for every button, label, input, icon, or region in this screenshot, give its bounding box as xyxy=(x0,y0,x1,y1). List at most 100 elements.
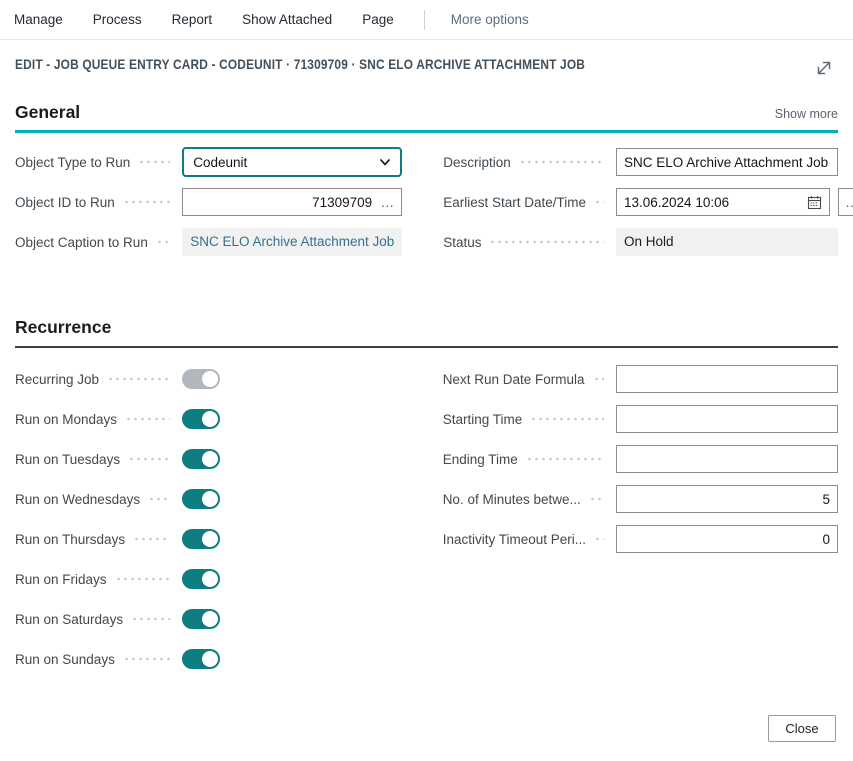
field-run-on-wednesdays: Run on Wednesdays xyxy=(15,484,402,514)
run-fridays-label: Run on Fridays xyxy=(15,572,107,587)
run-wednesdays-label: Run on Wednesdays xyxy=(15,492,140,507)
calendar-icon[interactable] xyxy=(807,195,822,210)
dotted-leader xyxy=(123,200,170,204)
run-thursdays-toggle[interactable] xyxy=(182,529,220,549)
run-mondays-toggle[interactable] xyxy=(182,409,220,429)
run-saturdays-label: Run on Saturdays xyxy=(15,612,123,627)
field-starting-time: Starting Time xyxy=(443,404,838,434)
field-run-on-tuesdays: Run on Tuesdays xyxy=(15,444,402,474)
earliest-start-label: Earliest Start Date/Time xyxy=(443,195,586,210)
field-earliest-start: Earliest Start Date/Time xyxy=(443,187,838,217)
inactivity-timeout-label: Inactivity Timeout Peri... xyxy=(443,532,586,547)
run-wednesdays-toggle[interactable] xyxy=(182,489,220,509)
dotted-leader xyxy=(526,457,604,461)
show-more-link[interactable]: Show more xyxy=(775,107,838,121)
earliest-start-assist-edit-button[interactable]: … xyxy=(838,188,853,216)
dotted-leader xyxy=(593,377,605,381)
dotted-leader xyxy=(594,537,604,541)
run-sundays-toggle[interactable] xyxy=(182,649,220,669)
run-sundays-label: Run on Sundays xyxy=(15,652,115,667)
general-heading: General xyxy=(15,102,80,123)
recurring-job-toggle xyxy=(182,369,220,389)
page-title: EDIT - JOB QUEUE ENTRY CARD - CODEUNIT ·… xyxy=(15,56,585,72)
status-value: On Hold xyxy=(616,228,838,256)
chevron-down-icon xyxy=(379,156,391,168)
field-run-on-fridays: Run on Fridays xyxy=(15,564,402,594)
menu-show-attached[interactable]: Show Attached xyxy=(242,12,332,27)
field-status: Status On Hold xyxy=(443,227,838,257)
run-tuesdays-toggle[interactable] xyxy=(182,449,220,469)
ending-time-input[interactable] xyxy=(616,445,838,473)
object-type-value: Codeunit xyxy=(193,155,247,170)
menu-page[interactable]: Page xyxy=(362,12,394,27)
general-accent-rule xyxy=(15,130,838,133)
minutes-between-input[interactable] xyxy=(616,485,838,513)
dotted-leader xyxy=(530,417,604,421)
field-recurring-job: Recurring Job xyxy=(15,364,402,394)
run-tuesdays-label: Run on Tuesdays xyxy=(15,452,120,467)
menu-report[interactable]: Report xyxy=(172,12,213,27)
field-run-on-saturdays: Run on Saturdays xyxy=(15,604,402,634)
close-button[interactable]: Close xyxy=(768,715,836,742)
dotted-leader xyxy=(115,577,170,581)
field-run-on-thursdays: Run on Thursdays xyxy=(15,524,402,554)
object-id-assist-edit-icon[interactable]: … xyxy=(380,195,394,209)
section-recurrence: Recurrence Recurring Job Run on Mondays … xyxy=(15,317,838,684)
menu-manage[interactable]: Manage xyxy=(14,12,63,27)
field-run-on-sundays: Run on Sundays xyxy=(15,644,402,674)
dotted-leader xyxy=(128,457,170,461)
description-input[interactable] xyxy=(616,148,838,176)
menu-process[interactable]: Process xyxy=(93,12,142,27)
expand-icon[interactable] xyxy=(812,56,836,80)
starting-time-label: Starting Time xyxy=(443,412,523,427)
section-general: General Show more Object Type to Run Cod… xyxy=(15,102,838,267)
dotted-leader xyxy=(123,657,170,661)
object-id-input[interactable] xyxy=(190,189,372,215)
recurrence-heading: Recurrence xyxy=(15,317,111,338)
earliest-start-input[interactable] xyxy=(624,189,801,215)
field-inactivity-timeout: Inactivity Timeout Peri... xyxy=(443,524,838,554)
dotted-leader xyxy=(519,160,604,164)
object-caption-value: SNC ELO Archive Attachment Job xyxy=(182,228,402,256)
recurrence-rule xyxy=(15,346,838,348)
field-object-caption-to-run: Object Caption to Run SNC ELO Archive At… xyxy=(15,227,402,257)
object-type-label: Object Type to Run xyxy=(15,155,130,170)
dotted-leader xyxy=(156,240,170,244)
starting-time-input[interactable] xyxy=(616,405,838,433)
dotted-leader xyxy=(125,417,170,421)
field-next-run-date-formula: Next Run Date Formula xyxy=(443,364,838,394)
minutes-between-label: No. of Minutes betwe... xyxy=(443,492,581,507)
field-ending-time: Ending Time xyxy=(443,444,838,474)
dotted-leader xyxy=(594,200,604,204)
dotted-leader xyxy=(133,537,170,541)
object-type-select[interactable]: Codeunit xyxy=(182,147,402,177)
run-thursdays-label: Run on Thursdays xyxy=(15,532,125,547)
menu-separator xyxy=(424,10,425,30)
dotted-leader xyxy=(489,240,604,244)
action-bar: Manage Process Report Show Attached Page… xyxy=(0,0,853,40)
run-saturdays-toggle[interactable] xyxy=(182,609,220,629)
run-mondays-label: Run on Mondays xyxy=(15,412,117,427)
field-minutes-between-runs: No. of Minutes betwe... xyxy=(443,484,838,514)
next-run-date-formula-label: Next Run Date Formula xyxy=(443,372,585,387)
more-options-button[interactable]: More options xyxy=(451,12,529,27)
field-object-type-to-run: Object Type to Run Codeunit xyxy=(15,147,402,177)
description-label: Description xyxy=(443,155,511,170)
field-run-on-mondays: Run on Mondays xyxy=(15,404,402,434)
field-object-id-to-run: Object ID to Run … xyxy=(15,187,402,217)
object-caption-label: Object Caption to Run xyxy=(15,235,148,250)
run-fridays-toggle[interactable] xyxy=(182,569,220,589)
dotted-leader xyxy=(138,160,170,164)
dotted-leader xyxy=(131,617,170,621)
inactivity-timeout-input[interactable] xyxy=(616,525,838,553)
dotted-leader xyxy=(148,497,170,501)
object-id-label: Object ID to Run xyxy=(15,195,115,210)
dotted-leader xyxy=(589,497,604,501)
field-description: Description xyxy=(443,147,838,177)
ending-time-label: Ending Time xyxy=(443,452,518,467)
recurring-job-label: Recurring Job xyxy=(15,372,99,387)
status-label: Status xyxy=(443,235,481,250)
dotted-leader xyxy=(107,377,170,381)
title-row: EDIT - JOB QUEUE ENTRY CARD - CODEUNIT ·… xyxy=(0,40,853,80)
next-run-date-formula-input[interactable] xyxy=(616,365,838,393)
